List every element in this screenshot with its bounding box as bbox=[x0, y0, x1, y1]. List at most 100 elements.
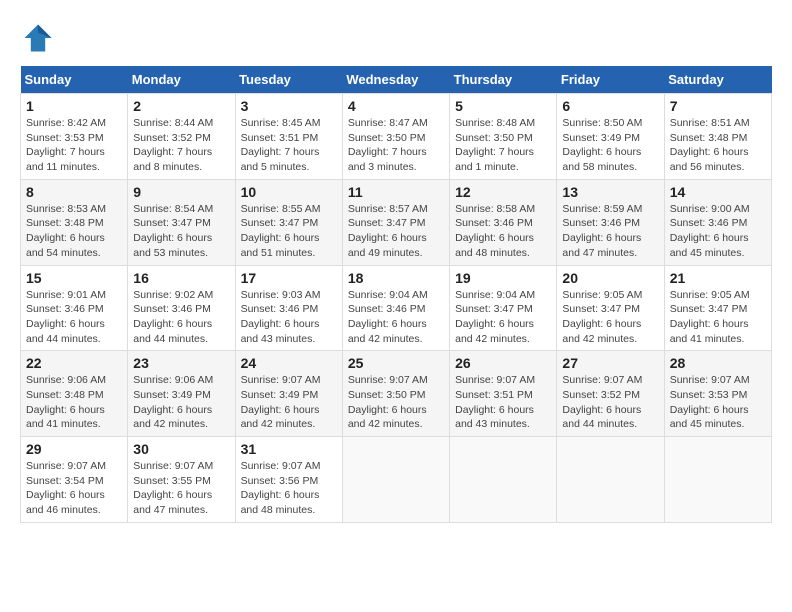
day-info: Sunrise: 9:07 AM Sunset: 3:50 PM Dayligh… bbox=[348, 373, 444, 432]
day-number: 7 bbox=[670, 98, 766, 114]
calendar-day: 7 Sunrise: 8:51 AM Sunset: 3:48 PM Daylig… bbox=[664, 94, 771, 180]
empty-cell bbox=[664, 437, 771, 523]
day-info: Sunrise: 9:00 AM Sunset: 3:46 PM Dayligh… bbox=[670, 202, 766, 261]
weekday-header: Thursday bbox=[450, 66, 557, 94]
day-number: 19 bbox=[455, 270, 551, 286]
day-info: Sunrise: 9:07 AM Sunset: 3:51 PM Dayligh… bbox=[455, 373, 551, 432]
logo bbox=[20, 20, 60, 56]
calendar-week: 1Sunrise: 8:42 AM Sunset: 3:53 PM Daylig… bbox=[21, 94, 772, 180]
calendar-day: 6 Sunrise: 8:50 AM Sunset: 3:49 PM Daylig… bbox=[557, 94, 664, 180]
calendar-day: 19 Sunrise: 9:04 AM Sunset: 3:47 PM Dayli… bbox=[450, 265, 557, 351]
calendar-day: 5 Sunrise: 8:48 AM Sunset: 3:50 PM Daylig… bbox=[450, 94, 557, 180]
day-number: 16 bbox=[133, 270, 229, 286]
calendar-day: 10Sunrise: 8:55 AM Sunset: 3:47 PM Dayli… bbox=[235, 179, 342, 265]
day-number: 9 bbox=[133, 184, 229, 200]
day-info: Sunrise: 8:59 AM Sunset: 3:46 PM Dayligh… bbox=[562, 202, 658, 261]
day-info: Sunrise: 9:07 AM Sunset: 3:53 PM Dayligh… bbox=[670, 373, 766, 432]
day-number: 6 bbox=[562, 98, 658, 114]
day-number: 15 bbox=[26, 270, 122, 286]
calendar-week: 22 Sunrise: 9:06 AM Sunset: 3:48 PM Dayli… bbox=[21, 351, 772, 437]
day-number: 23 bbox=[133, 355, 229, 371]
calendar-day: 27Sunrise: 9:07 AM Sunset: 3:52 PM Dayli… bbox=[557, 351, 664, 437]
calendar-week: 29 Sunrise: 9:07 AM Sunset: 3:54 PM Dayli… bbox=[21, 437, 772, 523]
day-info: Sunrise: 8:53 AM Sunset: 3:48 PM Dayligh… bbox=[26, 202, 122, 261]
weekday-header: Saturday bbox=[664, 66, 771, 94]
day-info: Sunrise: 9:07 AM Sunset: 3:52 PM Dayligh… bbox=[562, 373, 658, 432]
logo-icon bbox=[20, 20, 56, 56]
day-info: Sunrise: 8:42 AM Sunset: 3:53 PM Dayligh… bbox=[26, 116, 122, 175]
day-info: Sunrise: 9:02 AM Sunset: 3:46 PM Dayligh… bbox=[133, 288, 229, 347]
calendar-day: 18 Sunrise: 9:04 AM Sunset: 3:46 PM Dayli… bbox=[342, 265, 449, 351]
day-number: 4 bbox=[348, 98, 444, 114]
day-number: 24 bbox=[241, 355, 337, 371]
day-info: Sunrise: 9:05 AM Sunset: 3:47 PM Dayligh… bbox=[562, 288, 658, 347]
day-info: Sunrise: 9:05 AM Sunset: 3:47 PM Dayligh… bbox=[670, 288, 766, 347]
calendar-day: 3 Sunrise: 8:45 AM Sunset: 3:51 PM Daylig… bbox=[235, 94, 342, 180]
calendar-day: 8 Sunrise: 8:53 AM Sunset: 3:48 PM Daylig… bbox=[21, 179, 128, 265]
weekday-header: Sunday bbox=[21, 66, 128, 94]
day-number: 20 bbox=[562, 270, 658, 286]
calendar-day: 24 Sunrise: 9:07 AM Sunset: 3:49 PM Dayli… bbox=[235, 351, 342, 437]
calendar-day: 30 Sunrise: 9:07 AM Sunset: 3:55 PM Dayli… bbox=[128, 437, 235, 523]
day-info: Sunrise: 8:48 AM Sunset: 3:50 PM Dayligh… bbox=[455, 116, 551, 175]
day-number: 5 bbox=[455, 98, 551, 114]
page-header bbox=[20, 20, 772, 56]
day-info: Sunrise: 9:07 AM Sunset: 3:55 PM Dayligh… bbox=[133, 459, 229, 518]
day-number: 2 bbox=[133, 98, 229, 114]
calendar-day: 15 Sunrise: 9:01 AM Sunset: 3:46 PM Dayli… bbox=[21, 265, 128, 351]
empty-cell bbox=[342, 437, 449, 523]
day-info: Sunrise: 8:58 AM Sunset: 3:46 PM Dayligh… bbox=[455, 202, 551, 261]
day-number: 3 bbox=[241, 98, 337, 114]
weekday-header: Tuesday bbox=[235, 66, 342, 94]
day-number: 11 bbox=[348, 184, 444, 200]
day-info: Sunrise: 8:45 AM Sunset: 3:51 PM Dayligh… bbox=[241, 116, 337, 175]
day-number: 30 bbox=[133, 441, 229, 457]
day-number: 25 bbox=[348, 355, 444, 371]
day-number: 13 bbox=[562, 184, 658, 200]
calendar-day: 17Sunrise: 9:03 AM Sunset: 3:46 PM Dayli… bbox=[235, 265, 342, 351]
day-number: 28 bbox=[670, 355, 766, 371]
header-row: SundayMondayTuesdayWednesdayThursdayFrid… bbox=[21, 66, 772, 94]
calendar-day: 14 Sunrise: 9:00 AM Sunset: 3:46 PM Dayli… bbox=[664, 179, 771, 265]
empty-cell bbox=[557, 437, 664, 523]
day-info: Sunrise: 8:55 AM Sunset: 3:47 PM Dayligh… bbox=[241, 202, 337, 261]
calendar-week: 8 Sunrise: 8:53 AM Sunset: 3:48 PM Daylig… bbox=[21, 179, 772, 265]
day-info: Sunrise: 8:54 AM Sunset: 3:47 PM Dayligh… bbox=[133, 202, 229, 261]
calendar-day: 20 Sunrise: 9:05 AM Sunset: 3:47 PM Dayli… bbox=[557, 265, 664, 351]
calendar-day: 28 Sunrise: 9:07 AM Sunset: 3:53 PM Dayli… bbox=[664, 351, 771, 437]
day-number: 8 bbox=[26, 184, 122, 200]
day-number: 26 bbox=[455, 355, 551, 371]
day-info: Sunrise: 8:50 AM Sunset: 3:49 PM Dayligh… bbox=[562, 116, 658, 175]
calendar-day: 26 Sunrise: 9:07 AM Sunset: 3:51 PM Dayli… bbox=[450, 351, 557, 437]
day-info: Sunrise: 9:04 AM Sunset: 3:46 PM Dayligh… bbox=[348, 288, 444, 347]
calendar-day: 4 Sunrise: 8:47 AM Sunset: 3:50 PM Daylig… bbox=[342, 94, 449, 180]
calendar-day: 1Sunrise: 8:42 AM Sunset: 3:53 PM Daylig… bbox=[21, 94, 128, 180]
weekday-header: Wednesday bbox=[342, 66, 449, 94]
day-info: Sunrise: 9:07 AM Sunset: 3:56 PM Dayligh… bbox=[241, 459, 337, 518]
day-info: Sunrise: 8:47 AM Sunset: 3:50 PM Dayligh… bbox=[348, 116, 444, 175]
day-number: 17 bbox=[241, 270, 337, 286]
day-number: 29 bbox=[26, 441, 122, 457]
calendar-day: 2 Sunrise: 8:44 AM Sunset: 3:52 PM Daylig… bbox=[128, 94, 235, 180]
day-info: Sunrise: 8:51 AM Sunset: 3:48 PM Dayligh… bbox=[670, 116, 766, 175]
day-number: 18 bbox=[348, 270, 444, 286]
day-info: Sunrise: 8:44 AM Sunset: 3:52 PM Dayligh… bbox=[133, 116, 229, 175]
calendar-day: 12Sunrise: 8:58 AM Sunset: 3:46 PM Dayli… bbox=[450, 179, 557, 265]
weekday-header: Friday bbox=[557, 66, 664, 94]
day-info: Sunrise: 9:01 AM Sunset: 3:46 PM Dayligh… bbox=[26, 288, 122, 347]
day-info: Sunrise: 9:04 AM Sunset: 3:47 PM Dayligh… bbox=[455, 288, 551, 347]
calendar-day: 16 Sunrise: 9:02 AM Sunset: 3:46 PM Dayli… bbox=[128, 265, 235, 351]
day-info: Sunrise: 9:06 AM Sunset: 3:48 PM Dayligh… bbox=[26, 373, 122, 432]
day-number: 22 bbox=[26, 355, 122, 371]
day-number: 14 bbox=[670, 184, 766, 200]
calendar-day: 25 Sunrise: 9:07 AM Sunset: 3:50 PM Dayli… bbox=[342, 351, 449, 437]
calendar-day: 11 Sunrise: 8:57 AM Sunset: 3:47 PM Dayli… bbox=[342, 179, 449, 265]
calendar-day: 9 Sunrise: 8:54 AM Sunset: 3:47 PM Daylig… bbox=[128, 179, 235, 265]
empty-cell bbox=[450, 437, 557, 523]
day-info: Sunrise: 9:06 AM Sunset: 3:49 PM Dayligh… bbox=[133, 373, 229, 432]
day-number: 21 bbox=[670, 270, 766, 286]
day-info: Sunrise: 9:07 AM Sunset: 3:49 PM Dayligh… bbox=[241, 373, 337, 432]
calendar-week: 15 Sunrise: 9:01 AM Sunset: 3:46 PM Dayli… bbox=[21, 265, 772, 351]
day-info: Sunrise: 8:57 AM Sunset: 3:47 PM Dayligh… bbox=[348, 202, 444, 261]
day-info: Sunrise: 9:07 AM Sunset: 3:54 PM Dayligh… bbox=[26, 459, 122, 518]
